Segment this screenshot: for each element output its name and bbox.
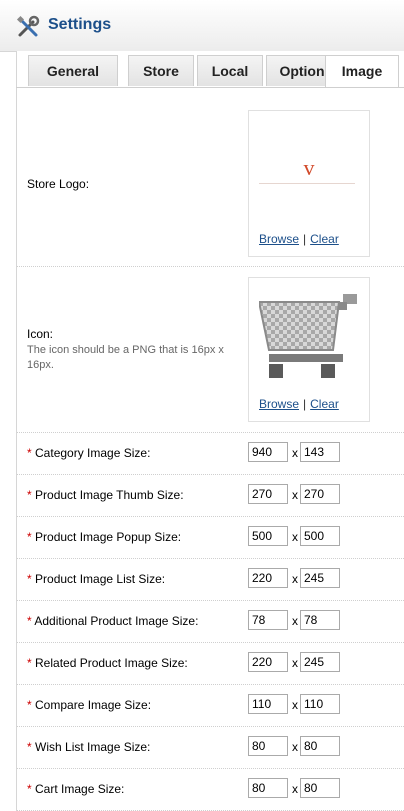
size-separator: x xyxy=(292,698,298,712)
size-label: * Related Product Image Size: xyxy=(27,656,188,670)
size-row-wish-list: * Wish List Image Size: x xyxy=(17,726,404,769)
required-mark: * xyxy=(27,656,32,670)
required-mark: * xyxy=(27,572,32,586)
tab-image[interactable]: Image xyxy=(325,55,399,88)
size-label: * Product Image Popup Size: xyxy=(27,530,181,544)
size-label: * Cart Image Size: xyxy=(27,782,124,796)
compare-height-input[interactable] xyxy=(300,694,340,714)
size-separator: x xyxy=(292,614,298,628)
additional-product-height-input[interactable] xyxy=(300,610,340,630)
tab-local[interactable]: Local xyxy=(197,55,263,86)
store-logo-clear-link[interactable]: Clear xyxy=(310,232,339,246)
cart-width-input[interactable] xyxy=(248,778,288,798)
tab-bar: General Store Local Option Image xyxy=(16,55,404,88)
icon-links: Browse | Clear xyxy=(259,397,339,411)
size-row-product-list: * Product Image List Size: x xyxy=(17,558,404,601)
tab-general[interactable]: General xyxy=(28,55,118,86)
required-mark: * xyxy=(27,446,32,460)
size-label-text: Compare Image Size: xyxy=(35,698,152,712)
required-mark: * xyxy=(27,698,32,712)
size-row-product-popup: * Product Image Popup Size: x xyxy=(17,516,404,559)
store-logo-preview: V Browse | Clear xyxy=(248,110,370,257)
link-separator: | xyxy=(303,397,307,411)
required-mark: * xyxy=(27,614,32,628)
required-mark: * xyxy=(27,740,32,754)
size-label: * Wish List Image Size: xyxy=(27,740,150,754)
additional-product-width-input[interactable] xyxy=(248,610,288,630)
wish-list-width-input[interactable] xyxy=(248,736,288,756)
size-label: * Product Image Thumb Size: xyxy=(27,488,184,502)
icon-browse-link[interactable]: Browse xyxy=(259,397,299,411)
icon-row: Icon: The icon should be a PNG that is 1… xyxy=(17,266,404,433)
size-row-category: * Category Image Size: x xyxy=(17,432,404,475)
product-list-width-input[interactable] xyxy=(248,568,288,588)
size-separator: x xyxy=(292,572,298,586)
link-separator: | xyxy=(303,232,307,246)
size-label-text: Category Image Size: xyxy=(35,446,151,460)
tab-store[interactable]: Store xyxy=(128,55,194,86)
size-label-text: Related Product Image Size: xyxy=(35,656,188,670)
size-label-text: Cart Image Size: xyxy=(35,782,125,796)
size-label: * Compare Image Size: xyxy=(27,698,151,712)
store-logo-label: Store Logo: xyxy=(27,177,90,191)
size-row-additional-product: * Additional Product Image Size: x xyxy=(17,600,404,643)
store-logo-row: Store Logo: V Browse | Clear xyxy=(17,96,404,267)
size-row-product-thumb: * Product Image Thumb Size: x xyxy=(17,474,404,517)
size-separator: x xyxy=(292,530,298,544)
size-label-text: Product Image Thumb Size: xyxy=(35,488,184,502)
product-thumb-width-input[interactable] xyxy=(248,484,288,504)
icon-clear-link[interactable]: Clear xyxy=(310,397,339,411)
product-popup-height-input[interactable] xyxy=(300,526,340,546)
wish-list-height-input[interactable] xyxy=(300,736,340,756)
size-separator: x xyxy=(292,488,298,502)
product-list-height-input[interactable] xyxy=(300,568,340,588)
compare-width-input[interactable] xyxy=(248,694,288,714)
size-separator: x xyxy=(292,782,298,796)
product-thumb-height-input[interactable] xyxy=(300,484,340,504)
size-label: * Product Image List Size: xyxy=(27,572,165,586)
required-mark: * xyxy=(27,530,32,544)
size-row-related-product: * Related Product Image Size: x xyxy=(17,642,404,685)
shopping-cart-icon xyxy=(259,294,357,378)
icon-preview: Browse | Clear xyxy=(248,277,370,422)
size-label-text: Product Image Popup Size: xyxy=(35,530,182,544)
store-logo-image: V xyxy=(303,155,315,180)
size-separator: x xyxy=(292,446,298,460)
category-height-input[interactable] xyxy=(300,442,340,462)
page-title: Settings xyxy=(48,16,112,33)
size-separator: x xyxy=(292,740,298,754)
page-header: Settings xyxy=(0,0,404,52)
related-product-width-input[interactable] xyxy=(248,652,288,672)
size-separator: x xyxy=(292,656,298,670)
store-logo-browse-link[interactable]: Browse xyxy=(259,232,299,246)
size-row-cart: * Cart Image Size: x xyxy=(17,768,404,811)
size-row-compare: * Compare Image Size: x xyxy=(17,684,404,727)
category-width-input[interactable] xyxy=(248,442,288,462)
icon-help-text: The icon should be a PNG that is 16px x … xyxy=(27,344,224,371)
related-product-height-input[interactable] xyxy=(300,652,340,672)
required-mark: * xyxy=(27,488,32,502)
tools-icon xyxy=(16,15,40,37)
size-label-text: Additional Product Image Size: xyxy=(34,614,199,628)
size-label: * Additional Product Image Size: xyxy=(27,614,198,628)
tab-divider xyxy=(16,87,404,88)
logo-underline xyxy=(259,183,355,184)
size-label-text: Product Image List Size: xyxy=(35,572,166,586)
required-mark: * xyxy=(27,782,32,796)
product-popup-width-input[interactable] xyxy=(248,526,288,546)
store-logo-links: Browse | Clear xyxy=(259,232,339,246)
size-label-text: Wish List Image Size: xyxy=(35,740,151,754)
size-label: * Category Image Size: xyxy=(27,446,150,460)
icon-label-group: Icon: The icon should be a PNG that is 1… xyxy=(27,327,237,373)
icon-label: Icon: xyxy=(27,327,54,341)
cart-height-input[interactable] xyxy=(300,778,340,798)
